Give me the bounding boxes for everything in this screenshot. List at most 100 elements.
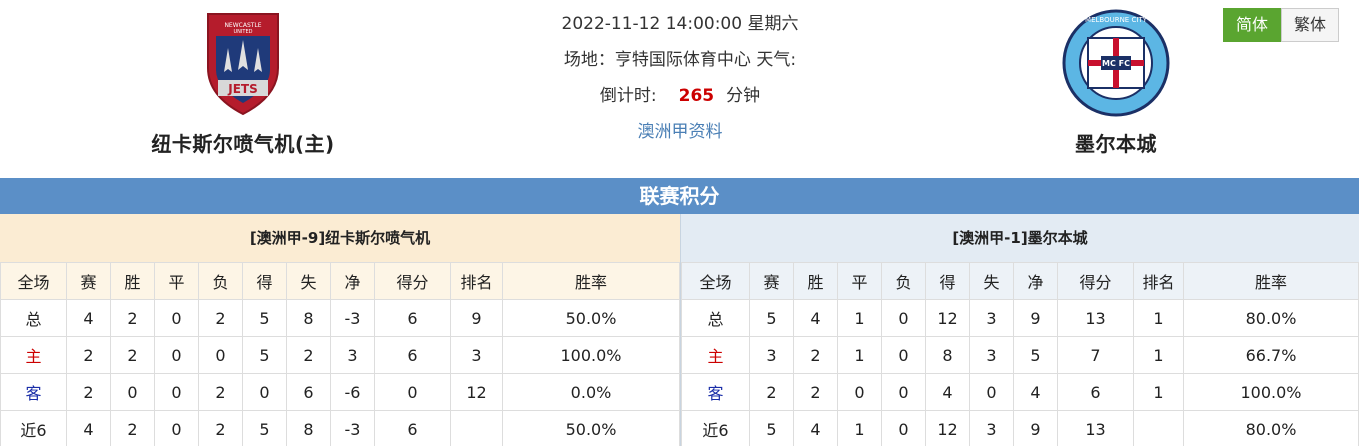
- table-cell: 5: [1013, 336, 1058, 374]
- table-cell: 8: [286, 299, 331, 337]
- away-team: MC FC MELBOURNE CITY 墨尔本城: [986, 8, 1246, 157]
- table-cell: 2: [66, 336, 111, 374]
- column-header: 胜率: [1183, 262, 1359, 300]
- table-cell: 5: [749, 299, 794, 337]
- column-header: 胜: [110, 262, 155, 300]
- table-cell: 6: [1057, 373, 1134, 411]
- row-label-home: 主: [0, 336, 67, 374]
- table-cell: 50.0%: [502, 410, 680, 446]
- column-header: 净: [330, 262, 375, 300]
- table-cell: 5: [242, 336, 287, 374]
- table-cell: 2: [110, 410, 155, 446]
- table-cell: 8: [925, 336, 970, 374]
- table-cell: 0: [154, 373, 199, 411]
- table-cell: 5: [242, 299, 287, 337]
- table-cell: 0: [242, 373, 287, 411]
- column-header: 赛: [749, 262, 794, 300]
- table-cell: 80.0%: [1183, 410, 1359, 446]
- home-team: JETS NEWCASTLE UNITED 纽卡斯尔喷气机(主): [113, 8, 373, 157]
- table-cell: 2: [110, 336, 155, 374]
- svg-text:UNITED: UNITED: [234, 29, 253, 35]
- countdown-row: 倒计时: 265 分钟: [470, 82, 890, 118]
- svg-text:NEWCASTLE: NEWCASTLE: [224, 22, 261, 29]
- table-cell: 80.0%: [1183, 299, 1359, 337]
- match-weekday: 星期六: [747, 14, 799, 34]
- table-cell: 100.0%: [1183, 373, 1359, 411]
- table-row: 近6 5 4 1 0 12 3 9 13 80.0%: [681, 410, 1359, 446]
- away-standings-table: 全场 赛 胜 平 负 得 失 净 得分 排名 胜率 总 5 4 1 0 12 3: [681, 262, 1359, 446]
- table-cell: 1: [1133, 336, 1184, 374]
- column-header: 负: [198, 262, 243, 300]
- away-standings-panel: [澳洲甲-1]墨尔本城 全场 赛 胜 平 负 得 失 净 得分 排名 胜率 总: [680, 214, 1359, 446]
- table-cell: 1: [837, 336, 882, 374]
- table-cell: 4: [793, 410, 838, 446]
- svg-text:JETS: JETS: [227, 82, 258, 96]
- table-row: 总 5 4 1 0 12 3 9 13 1 80.0%: [681, 299, 1359, 337]
- table-cell: -3: [330, 299, 375, 337]
- table-cell: 2: [793, 336, 838, 374]
- table-cell: 9: [450, 299, 503, 337]
- table-cell: [1133, 410, 1184, 446]
- table-cell: 3: [969, 336, 1014, 374]
- table-row: 主 2 2 0 0 5 2 3 6 3 100.0%: [0, 336, 680, 374]
- countdown-label: 倒计时:: [599, 86, 657, 106]
- table-cell: 2: [198, 373, 243, 411]
- table-cell: 4: [66, 410, 111, 446]
- home-team-name: 纽卡斯尔喷气机(主): [151, 132, 335, 156]
- row-label-away: 客: [681, 373, 750, 411]
- column-header: 得分: [1057, 262, 1134, 300]
- column-header: 得: [925, 262, 970, 300]
- column-header: 全场: [681, 262, 750, 300]
- column-header: 排名: [1133, 262, 1184, 300]
- home-standings-table: 全场 赛 胜 平 负 得 失 净 得分 排名 胜率 总 4 2 0 2 5 8: [0, 262, 680, 446]
- table-cell: -6: [330, 373, 375, 411]
- countdown-value: 265: [678, 86, 715, 106]
- match-datetime-row: 2022-11-12 14:00:00 星期六: [470, 10, 890, 46]
- match-info: 2022-11-12 14:00:00 星期六 场地：亨特国际体育中心 天气: …: [470, 10, 890, 154]
- table-cell: -3: [330, 410, 375, 446]
- table-cell: 13: [1057, 299, 1134, 337]
- table-cell: 12: [925, 299, 970, 337]
- table-cell: 0: [198, 336, 243, 374]
- home-standings-panel: [澳洲甲-9]纽卡斯尔喷气机 全场 赛 胜 平 负 得 失 净 得分 排名 胜率…: [0, 214, 680, 446]
- row-label-total: 总: [681, 299, 750, 337]
- column-header: 平: [154, 262, 199, 300]
- table-cell: 5: [242, 410, 287, 446]
- table-cell: 3: [969, 299, 1014, 337]
- table-cell: 8: [286, 410, 331, 446]
- table-cell: 2: [286, 336, 331, 374]
- row-label-total: 总: [0, 299, 67, 337]
- table-cell: 0: [110, 373, 155, 411]
- column-header: 失: [286, 262, 331, 300]
- table-cell: 1: [837, 410, 882, 446]
- simplified-chinese-button[interactable]: 简体: [1222, 8, 1281, 42]
- table-cell: 2: [793, 373, 838, 411]
- match-venue-row: 场地：亨特国际体育中心 天气:: [470, 46, 890, 82]
- table-cell: 0: [969, 373, 1014, 411]
- column-header: 失: [969, 262, 1014, 300]
- table-cell: 13: [1057, 410, 1134, 446]
- venue-value: 亨特国际体育中心: [614, 50, 751, 70]
- table-cell: 0.0%: [502, 373, 680, 411]
- table-cell: 1: [1133, 373, 1184, 411]
- table-cell: 2: [198, 299, 243, 337]
- column-header: 平: [837, 262, 882, 300]
- table-cell: 3: [749, 336, 794, 374]
- match-datetime: 2022-11-12 14:00:00: [561, 14, 743, 34]
- column-header: 全场: [0, 262, 67, 300]
- table-cell: 0: [881, 373, 926, 411]
- traditional-chinese-button[interactable]: 繁体: [1280, 8, 1339, 42]
- table-cell: 0: [154, 336, 199, 374]
- svg-text:MELBOURNE CITY: MELBOURNE CITY: [1085, 16, 1148, 24]
- league-info-link[interactable]: 澳洲甲资料: [638, 122, 723, 142]
- table-cell: 0: [374, 373, 451, 411]
- table-cell: 100.0%: [502, 336, 680, 374]
- home-standings-header: 全场 赛 胜 平 负 得 失 净 得分 排名 胜率: [0, 262, 680, 300]
- column-header: 胜: [793, 262, 838, 300]
- column-header: 赛: [66, 262, 111, 300]
- table-cell: 50.0%: [502, 299, 680, 337]
- table-cell: 66.7%: [1183, 336, 1359, 374]
- away-standings-header: 全场 赛 胜 平 负 得 失 净 得分 排名 胜率: [681, 262, 1359, 300]
- table-cell: 12: [925, 410, 970, 446]
- table-row: 客 2 0 0 2 0 6 -6 0 12 0.0%: [0, 373, 680, 411]
